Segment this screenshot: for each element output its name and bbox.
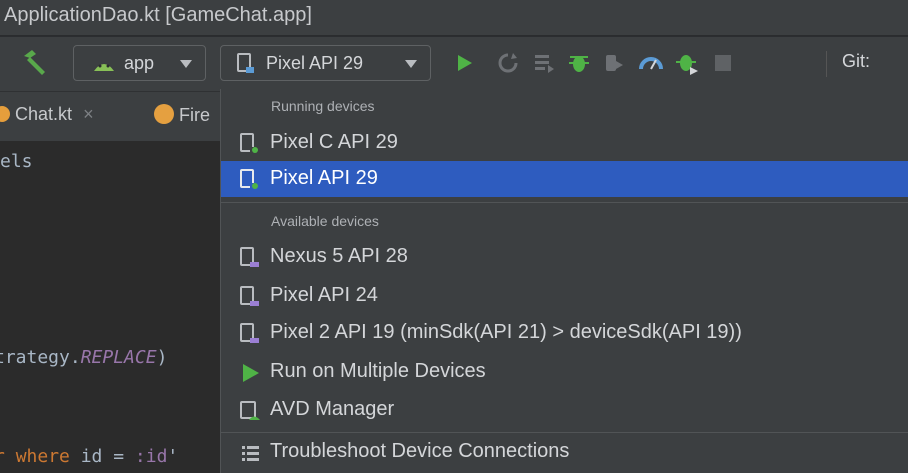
window-title: ApplicationDao.kt [GameChat.app] — [4, 4, 312, 26]
code-line: trategy.REPLACE) — [0, 347, 168, 368]
title-bar: ApplicationDao.kt [GameChat.app] — [0, 0, 908, 36]
kotlin-file-icon — [0, 106, 10, 122]
tab-label: Fire — [179, 105, 211, 125]
device-dropdown-menu: Running devices Pixel C API 29 Pixel API… — [220, 89, 908, 473]
menu-item-avd-manager[interactable]: AVD Manager — [221, 392, 908, 428]
menu-item-pixel-c-api-29[interactable]: Pixel C API 29 — [221, 125, 908, 161]
chevron-down-icon — [180, 60, 192, 68]
apply-code-changes-icon[interactable] — [532, 51, 556, 75]
device-icon — [240, 286, 259, 306]
hammer-icon[interactable] — [18, 48, 50, 78]
code-editor[interactable]: els trategy.REPLACE) r where id = :id' — [0, 141, 220, 473]
running-devices-header: Running devices — [271, 98, 375, 114]
run-config-label: app — [124, 53, 155, 73]
menu-divider — [221, 432, 908, 433]
device-running-icon — [240, 169, 258, 189]
menu-item-run-multiple-devices[interactable]: Run on Multiple Devices — [221, 354, 908, 390]
device-running-icon — [240, 133, 258, 153]
code-line: els — [0, 151, 33, 172]
toolbar-separator — [826, 51, 827, 77]
tab-label: Chat.kt — [15, 104, 73, 124]
device-icon — [237, 53, 254, 73]
run-multiple-icon — [243, 364, 259, 382]
run-config-dropdown[interactable]: app — [73, 45, 206, 81]
attach-debugger-icon[interactable] — [602, 51, 626, 75]
run-icon[interactable] — [452, 51, 476, 75]
menu-item-troubleshoot[interactable]: Troubleshoot Device Connections — [221, 434, 908, 470]
tab-chat-kt[interactable]: Chat.kt × — [0, 104, 94, 125]
stop-icon[interactable] — [711, 51, 735, 75]
menu-divider — [221, 202, 908, 203]
editor-tabs: Chat.kt × Fire — [0, 91, 220, 141]
android-icon — [94, 64, 114, 71]
chevron-down-icon — [405, 60, 417, 68]
close-icon[interactable]: × — [83, 104, 94, 124]
apply-changes-icon[interactable] — [496, 51, 520, 75]
device-selector-label: Pixel API 29 — [266, 53, 364, 73]
menu-item-pixel-api-24[interactable]: Pixel API 24 — [221, 278, 908, 314]
toolbar: app Pixel API 29 Git: — [0, 37, 908, 91]
troubleshoot-icon — [242, 446, 259, 461]
debug-icon[interactable] — [567, 51, 591, 75]
device-selector-dropdown[interactable]: Pixel API 29 — [220, 45, 431, 81]
tab-fire[interactable]: Fire — [154, 104, 210, 126]
attach-process-icon[interactable] — [675, 51, 699, 75]
profile-icon[interactable] — [639, 51, 663, 75]
avd-manager-icon — [240, 401, 260, 420]
menu-item-nexus-5-api-28[interactable]: Nexus 5 API 28 — [221, 239, 908, 275]
git-label: Git: — [842, 51, 871, 71]
device-icon — [240, 247, 259, 267]
device-icon — [240, 323, 259, 343]
menu-item-pixel-2-api-19[interactable]: Pixel 2 API 19 (minSdk(API 21) > deviceS… — [221, 315, 908, 351]
menu-item-pixel-api-29[interactable]: Pixel API 29 — [221, 161, 908, 197]
firebase-file-icon — [154, 104, 174, 124]
code-line: r where id = :id' — [0, 446, 179, 467]
available-devices-header: Available devices — [271, 213, 379, 229]
